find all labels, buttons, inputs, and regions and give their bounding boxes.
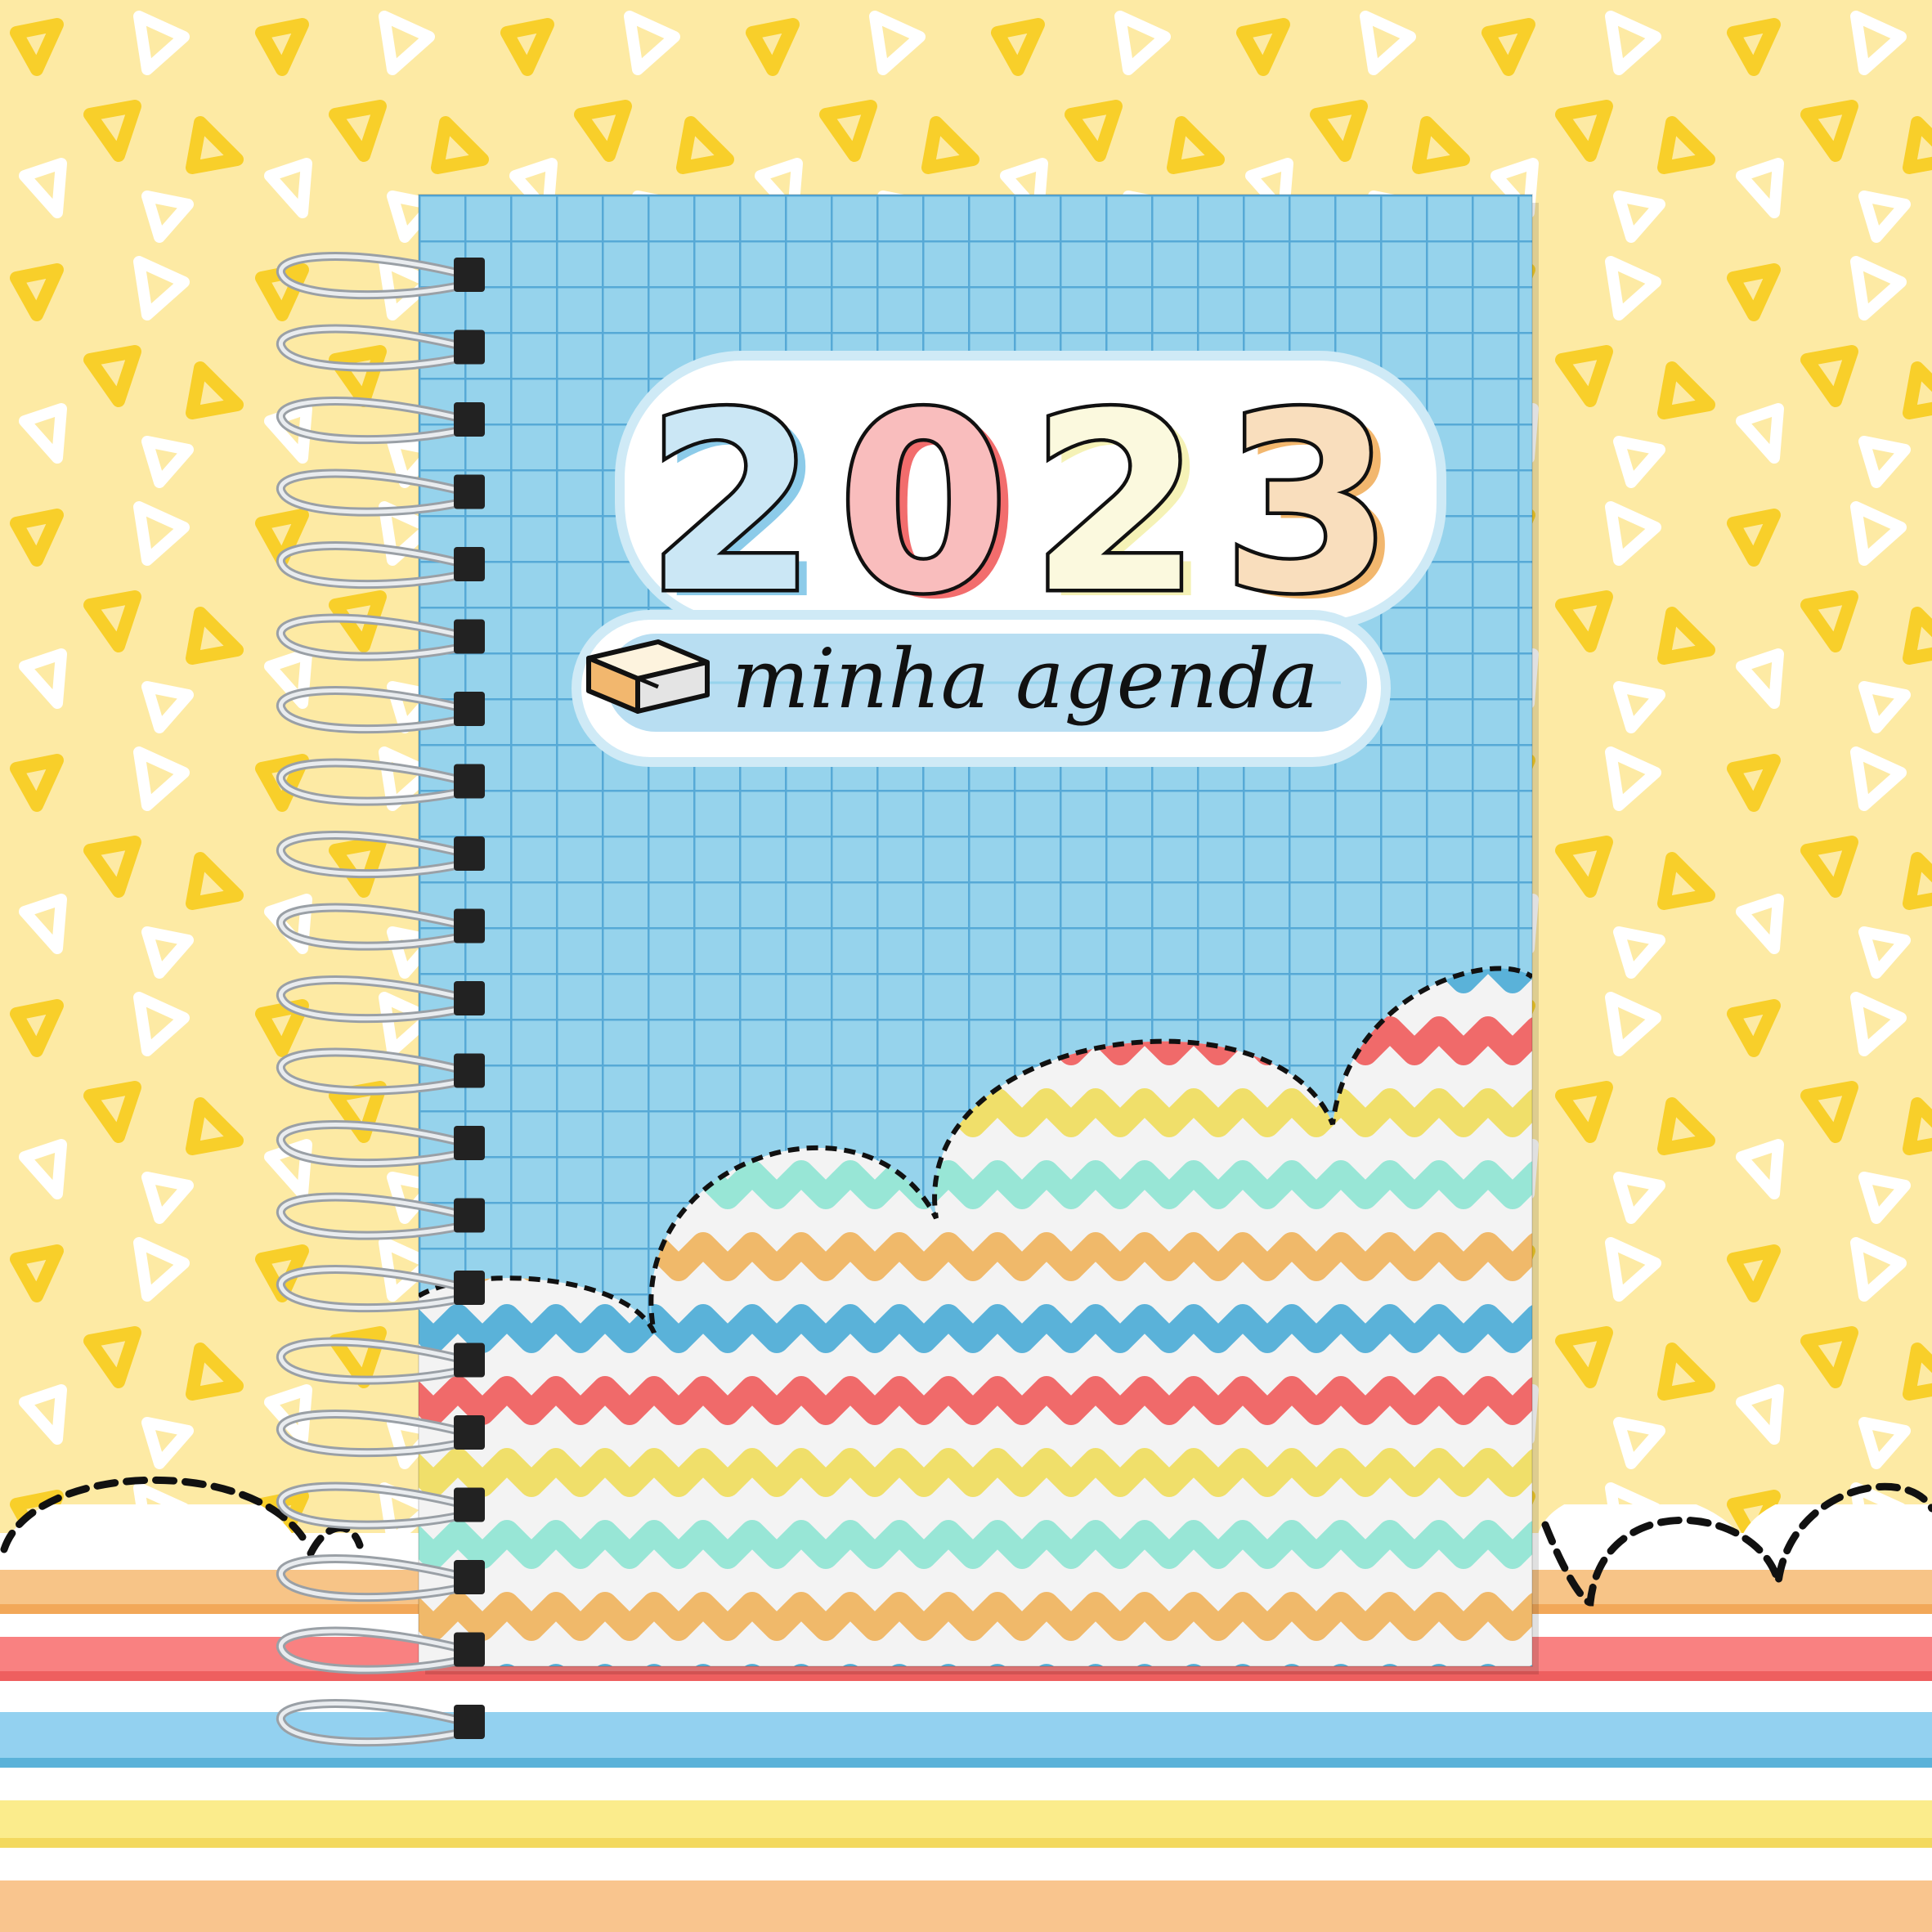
binding-hole [454,1198,485,1233]
eraser-icon [586,639,710,714]
subtitle-text: minha agenda [732,631,1319,727]
year-digit-highlight: 0 [838,361,1009,647]
binding-hole [454,1271,485,1305]
planner-mockup-scene: 222 000 222 333 minha agenda [0,0,1932,1932]
binding-hole [454,619,485,654]
year-digit-highlight: 2 [1030,361,1201,647]
binding-hole [454,547,485,581]
binding-hole [454,258,485,292]
binding-hole [454,764,485,799]
title-sticker: 222 000 222 333 minha agenda [572,351,1446,767]
year-digit-highlight: 2 [646,361,817,647]
binding-hole [454,908,485,944]
binding-hole [454,474,485,509]
binding-hole [454,402,485,437]
binding-hole [454,836,485,871]
binding-hole [454,981,485,1015]
binding-hole [454,1560,485,1594]
binding-hole [454,1705,485,1739]
binding-hole [454,1632,485,1667]
binding-hole [454,1487,485,1522]
year-digit-highlight: 3 [1222,361,1393,647]
binding-hole [454,1415,485,1450]
binding-hole [454,692,485,726]
binding-hole [454,1053,485,1088]
binding-hole [454,1343,485,1378]
binding-hole [454,329,485,365]
binding-hole [454,1126,485,1160]
